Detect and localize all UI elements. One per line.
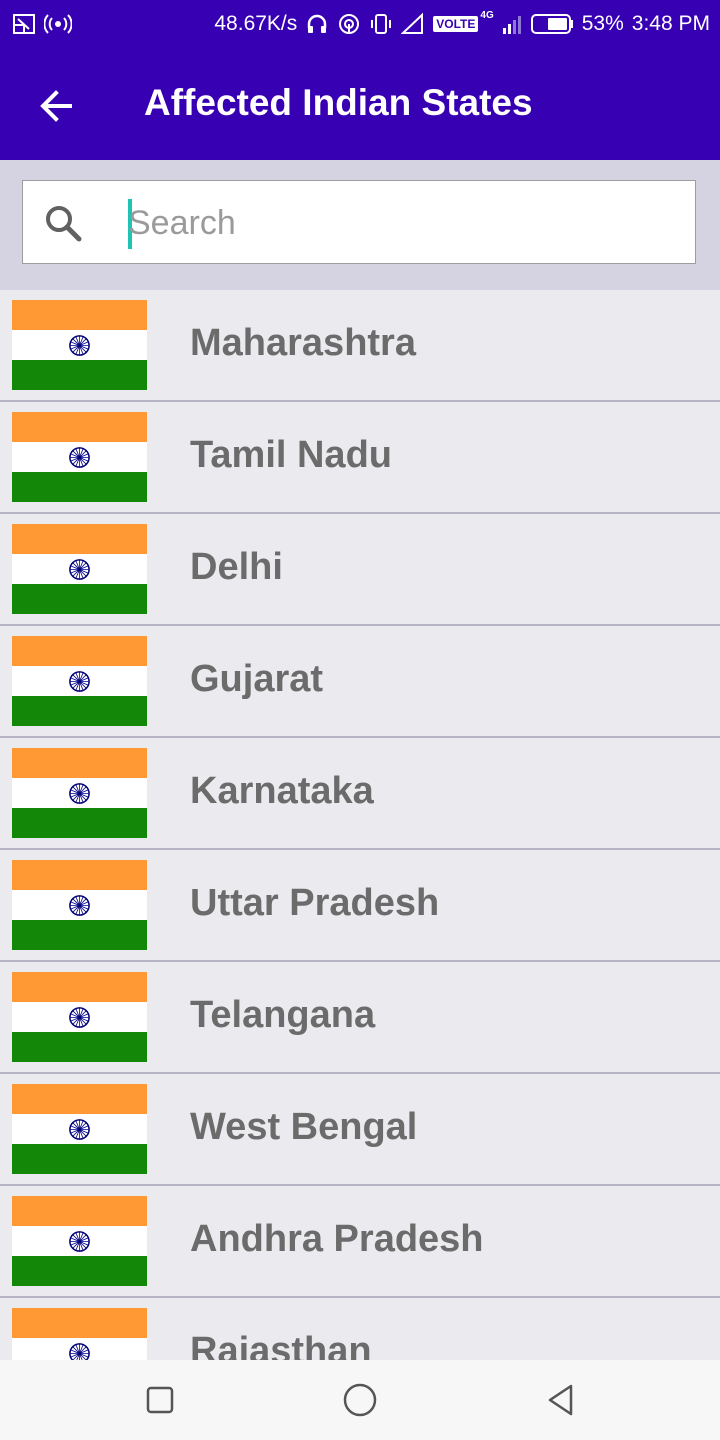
state-name: Maharashtra xyxy=(190,322,416,364)
state-name: Telangana xyxy=(190,994,376,1036)
ashoka-chakra-icon xyxy=(69,1119,90,1140)
ashoka-chakra-icon xyxy=(69,447,90,468)
state-name: West Bengal xyxy=(190,1106,418,1148)
india-flag-icon xyxy=(12,300,147,390)
network-speed: 48.67K/s xyxy=(214,12,298,35)
ashoka-chakra-icon xyxy=(69,1231,90,1252)
search-area xyxy=(0,160,720,290)
india-flag-icon xyxy=(12,1196,147,1286)
search-box[interactable] xyxy=(22,180,696,264)
list-item[interactable]: Telangana xyxy=(0,962,720,1074)
status-left-icons xyxy=(12,12,72,36)
india-flag-icon xyxy=(12,1308,147,1360)
state-name: Uttar Pradesh xyxy=(190,882,440,924)
list-item[interactable]: Karnataka xyxy=(0,738,720,850)
search-icon xyxy=(46,206,82,242)
list-item[interactable]: West Bengal xyxy=(0,1074,720,1186)
state-name: Rajasthan xyxy=(190,1330,372,1360)
list-item[interactable]: Delhi xyxy=(0,514,720,626)
triangle-back-icon xyxy=(548,1384,573,1416)
ashoka-chakra-icon xyxy=(69,1007,90,1028)
list-item[interactable]: Tamil Nadu xyxy=(0,402,720,514)
battery-percent: 53% xyxy=(581,12,624,35)
volte-badge: VOLTE xyxy=(433,16,479,32)
ashoka-chakra-icon xyxy=(69,335,90,356)
vibrate-icon xyxy=(371,14,392,34)
network-type: 4G xyxy=(480,9,494,21)
hotspot-icon xyxy=(44,14,72,34)
state-name: Andhra Pradesh xyxy=(190,1218,484,1260)
ashoka-chakra-icon xyxy=(69,895,90,916)
india-flag-icon xyxy=(12,860,147,950)
ashoka-chakra-icon xyxy=(69,1343,90,1360)
signal-icon xyxy=(401,12,424,34)
clock: 3:48 PM xyxy=(631,12,710,35)
screen-cast-icon xyxy=(13,14,35,34)
list-item[interactable]: Rajasthan xyxy=(0,1298,720,1360)
india-flag-icon xyxy=(12,524,147,614)
nav-back-button[interactable] xyxy=(540,1380,580,1420)
ashoka-chakra-icon xyxy=(69,671,90,692)
arrow-back-icon xyxy=(40,90,72,122)
india-flag-icon xyxy=(12,748,147,838)
status-right-icons: 48.67K/s VOLTE 4G 53% 3:48 PM xyxy=(214,9,710,36)
back-button[interactable] xyxy=(28,80,84,132)
state-name: Gujarat xyxy=(190,658,324,700)
list-item[interactable]: Andhra Pradesh xyxy=(0,1186,720,1298)
nfc-icon xyxy=(339,14,360,34)
headphones-icon xyxy=(308,14,327,33)
ashoka-chakra-icon xyxy=(69,783,90,804)
states-list: Maharashtra Tamil Nadu Delhi Gujarat Kar… xyxy=(0,290,720,1360)
home-button[interactable] xyxy=(340,1380,380,1420)
state-name: Tamil Nadu xyxy=(190,434,392,476)
recents-button[interactable] xyxy=(140,1380,180,1420)
india-flag-icon xyxy=(12,1084,147,1174)
ashoka-chakra-icon xyxy=(69,559,90,580)
state-name: Delhi xyxy=(190,546,283,588)
page-title: Affected Indian States xyxy=(144,82,533,123)
state-name: Karnataka xyxy=(190,770,374,812)
square-icon xyxy=(146,1386,174,1414)
list-item[interactable]: Uttar Pradesh xyxy=(0,850,720,962)
search-input[interactable] xyxy=(128,195,668,251)
india-flag-icon xyxy=(12,636,147,726)
india-flag-icon xyxy=(12,412,147,502)
india-flag-icon xyxy=(12,972,147,1062)
app-bar: Affected Indian States xyxy=(0,52,720,160)
battery-icon xyxy=(530,14,573,34)
status-bar: 48.67K/s VOLTE 4G 53% 3:48 PM xyxy=(0,0,720,52)
signal-bars-icon xyxy=(502,16,521,34)
circle-icon xyxy=(343,1383,377,1417)
system-nav-bar xyxy=(0,1360,720,1440)
list-item[interactable]: Gujarat xyxy=(0,626,720,738)
list-item[interactable]: Maharashtra xyxy=(0,290,720,402)
